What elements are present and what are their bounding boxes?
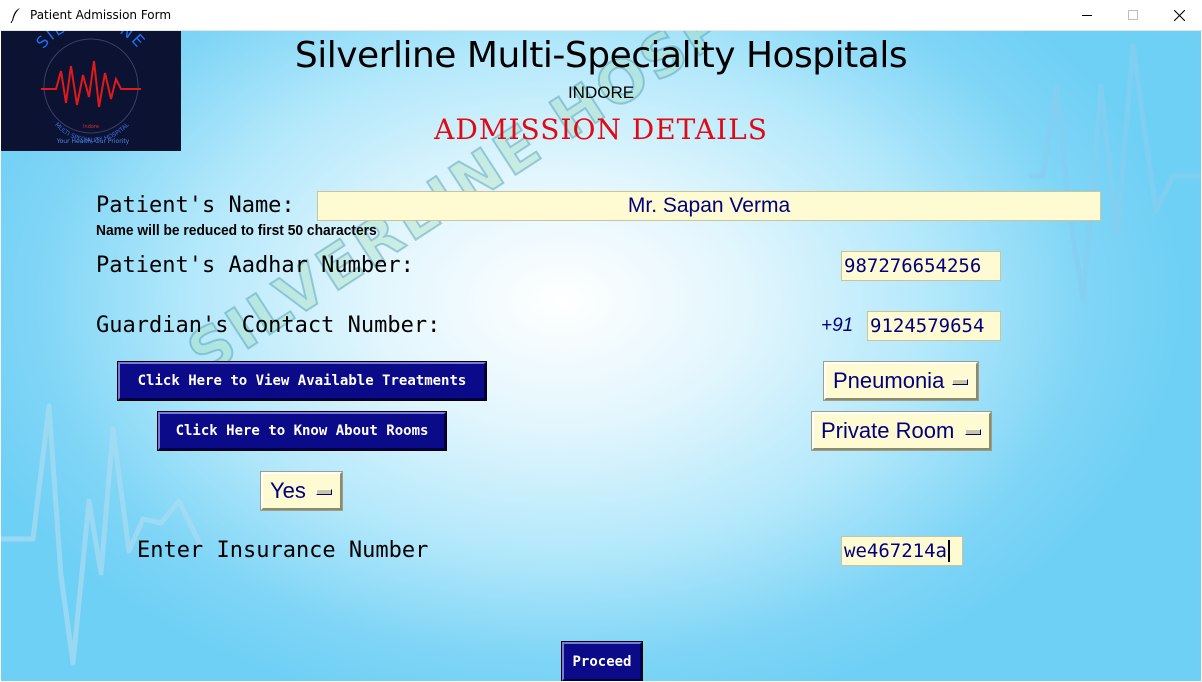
minimize-button[interactable] <box>1064 0 1110 30</box>
maximize-button[interactable] <box>1110 0 1156 30</box>
know-rooms-label: Click Here to Know About Rooms <box>175 423 429 439</box>
treatment-selected-value: Pneumonia <box>833 368 945 393</box>
option-menu-indicator-icon <box>952 379 968 385</box>
patient-name-value: Mr. Sapan Verma <box>627 194 791 217</box>
view-treatments-label: Click Here to View Available Treatments <box>137 373 467 389</box>
option-menu-indicator-icon <box>965 429 981 435</box>
hospital-name: Silverline Multi-Speciality Hospitals <box>294 35 908 76</box>
title-bar: Patient Admission Form <box>0 0 1202 31</box>
view-treatments-button[interactable]: Click Here to View Available Treatments <box>118 362 486 400</box>
country-code-prefix: +91 <box>821 315 854 336</box>
maximize-icon <box>1128 10 1138 20</box>
page-heading: ADMISSION DETAILS <box>434 113 768 146</box>
option-menu-indicator-icon <box>316 489 332 495</box>
feather-icon <box>10 8 20 23</box>
minimize-icon <box>1082 15 1092 16</box>
know-rooms-button[interactable]: Click Here to Know About Rooms <box>158 412 446 450</box>
hospital-city: INDORE <box>567 83 635 102</box>
guardian-contact-input[interactable]: 9124579654 <box>867 311 1001 341</box>
patient-name-input[interactable]: Mr. Sapan Verma <box>317 191 1101 221</box>
close-button[interactable] <box>1156 0 1202 30</box>
patient-name-label: Patient's Name: <box>96 193 295 218</box>
guardian-contact-label: Guardian's Contact Number: <box>96 313 441 338</box>
name-length-note: Name will be reduced to first 50 charact… <box>96 222 377 239</box>
insurance-number-value: we467214a <box>844 540 947 562</box>
aadhar-input[interactable]: 987276654256 <box>841 251 1001 281</box>
insurance-number-input[interactable]: we467214a <box>841 536 963 566</box>
aadhar-label: Patient's Aadhar Number: <box>96 253 414 278</box>
room-option-menu[interactable]: Private Room <box>812 412 991 450</box>
proceed-button[interactable]: Proceed <box>562 642 642 681</box>
treatment-option-menu[interactable]: Pneumonia <box>824 362 978 400</box>
insurance-number-label: Enter Insurance Number <box>137 538 429 563</box>
guardian-contact-value: 9124579654 <box>870 315 985 337</box>
aadhar-value: 987276654256 <box>844 255 982 277</box>
text-cursor <box>947 540 950 562</box>
window-title: Patient Admission Form <box>30 8 172 22</box>
insurance-choice-value: Yes <box>270 478 306 503</box>
proceed-label: Proceed <box>572 653 632 670</box>
admission-form-canvas: SILVERLINE HOSPITALS SILVERLINE MULTI SP… <box>1 31 1201 681</box>
close-icon <box>1173 9 1185 21</box>
room-selected-value: Private Room <box>821 418 955 443</box>
insurance-choice-menu[interactable]: Yes <box>261 472 342 510</box>
